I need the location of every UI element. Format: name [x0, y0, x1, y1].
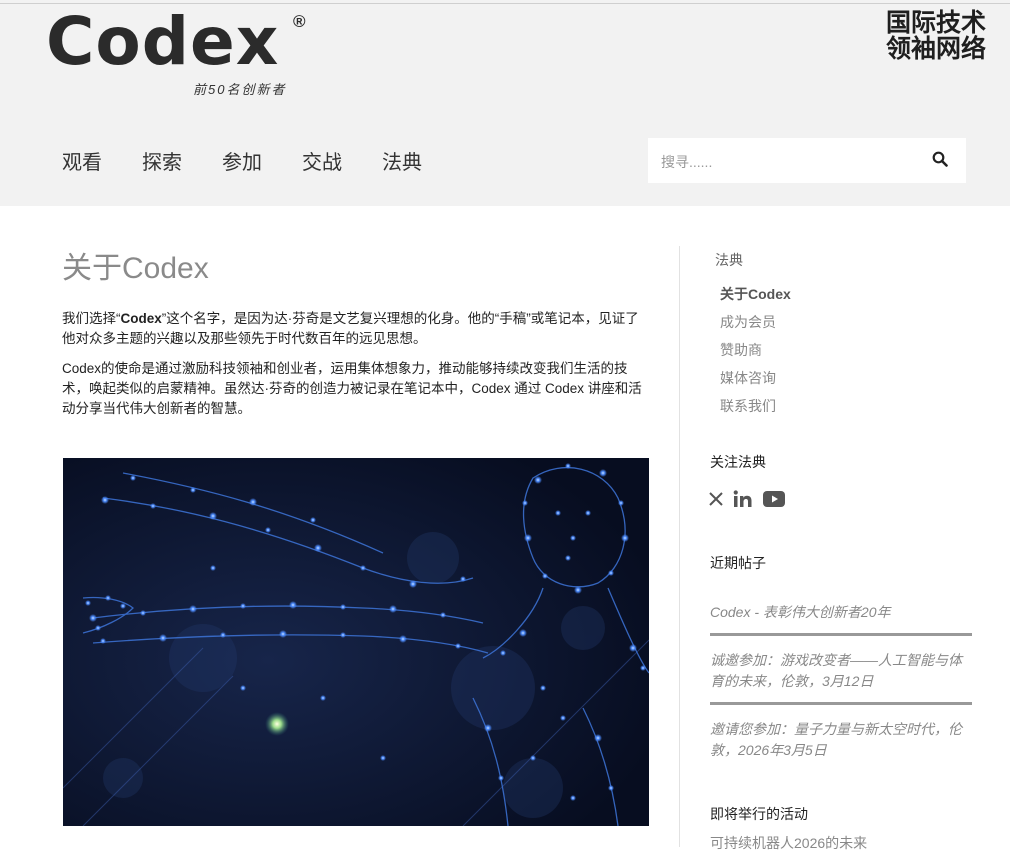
nav-item-watch[interactable]: 观看: [62, 148, 102, 178]
x-icon[interactable]: [709, 492, 723, 511]
recent-posts-list: Codex - 表彰伟大创新者20年 诚邀参加：游戏改变者——人工智能与体育的未…: [710, 600, 972, 771]
follow-title: 关注法典: [710, 454, 766, 470]
search-icon[interactable]: [932, 151, 948, 167]
post-separator: [710, 702, 972, 705]
hero-artwork: [63, 458, 649, 826]
nav-item-attend[interactable]: 参加: [222, 148, 262, 178]
logo-wordmark: Codex: [46, 3, 280, 80]
network-title-line1: 国际技术: [885, 9, 986, 37]
registered-mark: ®: [293, 12, 306, 31]
codex-logo[interactable]: Codex ® 前50名创新者: [46, 3, 326, 108]
sidebar-item-about[interactable]: 关于Codex: [720, 280, 791, 308]
network-title-line2: 领袖网络: [885, 35, 986, 63]
nav-item-codex[interactable]: 法典: [382, 148, 422, 178]
sidebar-item-sponsors[interactable]: 赞助商: [720, 336, 791, 364]
mission-paragraph: Codex的使命是通过激励科技领袖和创业者，运用集体想象力，推动能够持续改变我们…: [62, 361, 642, 416]
post-separator: [710, 633, 972, 636]
post-link[interactable]: Codex - 表彰伟大创新者20年: [710, 600, 972, 633]
site-header: Codex ® 前50名创新者 国际技术 领袖网络 观看 探索 参加 交战 法典: [0, 0, 1010, 206]
sidebar-links: 关于Codex 成为会员 赞助商 媒体咨询 联系我们: [720, 280, 791, 420]
intro-bold-name: Codex: [120, 311, 162, 326]
intro-prefix: 我们选择“: [62, 311, 121, 326]
post-link[interactable]: 邀请您参加：量子力量与新太空时代，伦敦，2026年3月5日: [710, 717, 972, 771]
sidebar-item-membership[interactable]: 成为会员: [720, 308, 791, 336]
social-links: [709, 490, 785, 513]
network-title: 国际技术 领袖网络: [886, 10, 986, 62]
search-input[interactable]: [659, 150, 913, 174]
vitruvian-constellation-image: [63, 458, 649, 826]
upcoming-events-title: 即将举行的活动: [710, 806, 808, 822]
intro-paragraph: 我们选择“Codex”这个名字，是因为达·芬奇是文艺复兴理想的化身。他的“手稿”…: [62, 309, 652, 349]
page-title: 关于Codex: [62, 252, 209, 285]
logo-tagline: 前50名创新者: [193, 82, 287, 97]
youtube-icon[interactable]: [763, 491, 785, 512]
recent-posts-title: 近期帖子: [710, 555, 766, 571]
linkedin-icon[interactable]: [733, 490, 753, 513]
main-nav: 观看 探索 参加 交战 法典: [62, 148, 462, 178]
sidebar-section-title: 法典: [715, 252, 743, 268]
sidebar-divider: [679, 246, 680, 847]
nav-item-explore[interactable]: 探索: [142, 148, 182, 178]
sidebar-item-contact[interactable]: 联系我们: [720, 392, 791, 420]
sidebar-item-media[interactable]: 媒体咨询: [720, 364, 791, 392]
search-box: [648, 138, 966, 183]
nav-item-engage[interactable]: 交战: [302, 148, 342, 178]
post-link[interactable]: 诚邀参加：游戏改变者——人工智能与体育的未来，伦敦，3月12日: [710, 648, 972, 702]
event-link[interactable]: 可持续机器人2026的未来: [710, 833, 867, 853]
